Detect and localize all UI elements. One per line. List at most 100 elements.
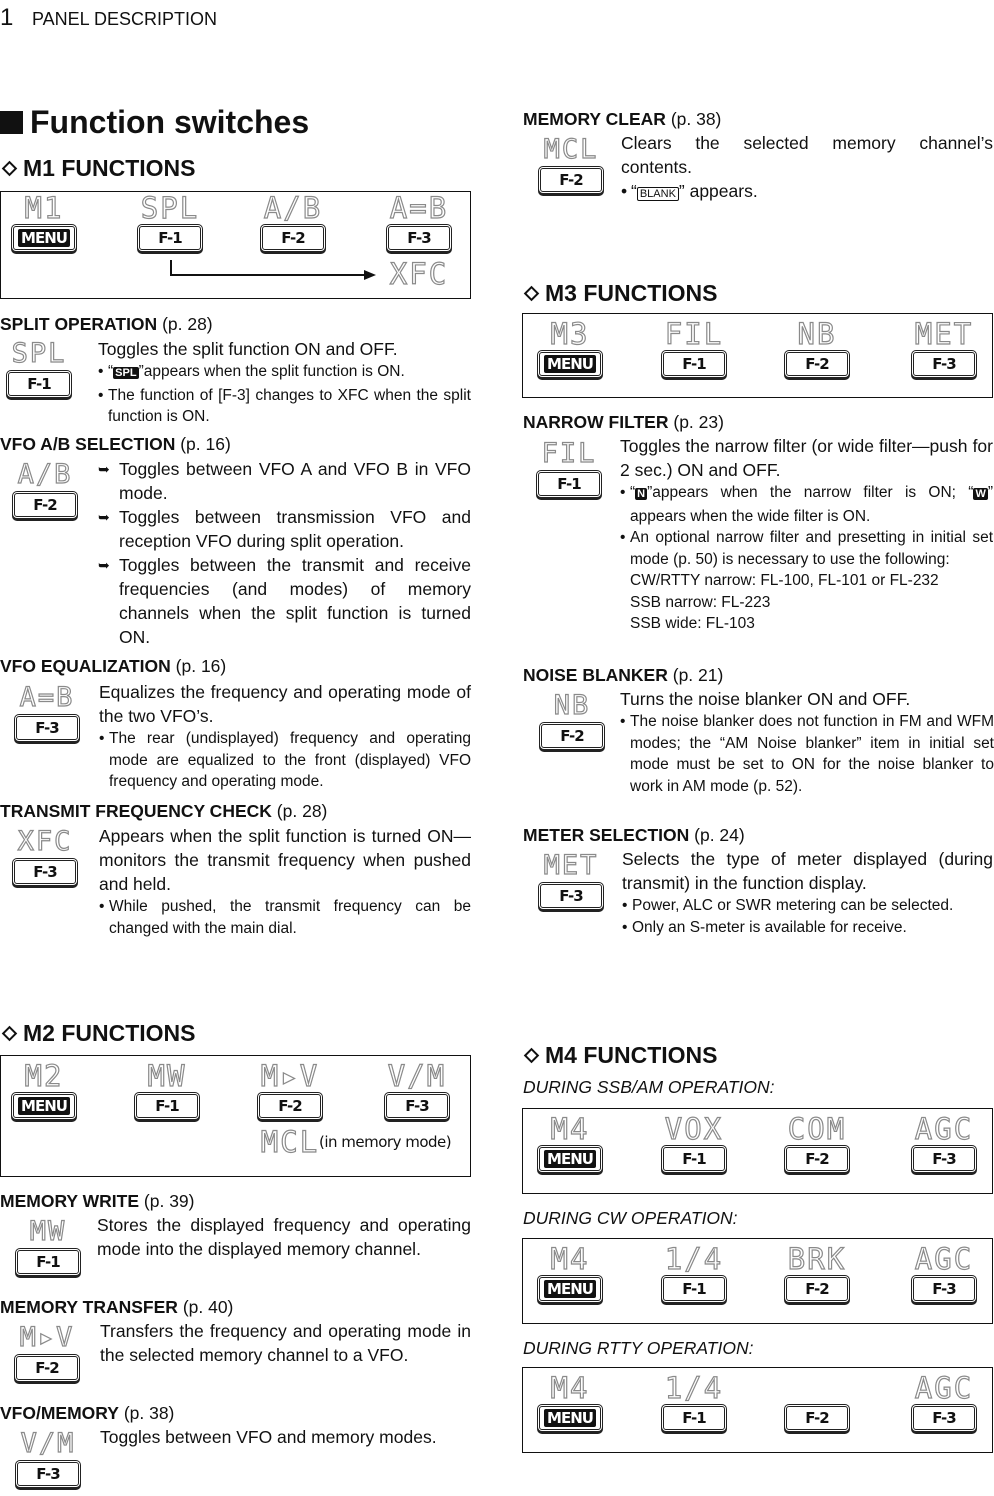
entry-body: Appears when the split function is turne… (99, 824, 471, 939)
blank-badge: BLANK (636, 187, 679, 201)
f3-key: F-3 (15, 1460, 81, 1488)
entry-title: MEMORY CLEAR (p. 38) (523, 109, 722, 129)
entry-icon: FIL F-1 (534, 437, 604, 498)
lcd-label: V/M (387, 1059, 447, 1093)
m3-panel: M3 MENU FIL F-1 NB F-2 MET F-3 (522, 313, 993, 398)
f2-key[interactable]: F-2 (260, 224, 326, 252)
menu-key[interactable]: MENU (537, 1145, 603, 1173)
f2-key[interactable]: F-2 (784, 1145, 850, 1173)
m1-heading-text: M1 FUNCTIONS (23, 155, 196, 181)
lcd-label: M4 (550, 1242, 590, 1276)
narrow-badge: N (635, 488, 648, 500)
lcd-label: XFC (17, 825, 73, 857)
lcd-label: 1/4 (664, 1371, 724, 1405)
key-label: MENU (18, 1097, 70, 1115)
black-square-icon (0, 111, 23, 134)
lcd-label: FIL (664, 317, 724, 351)
lcd-label: NB (553, 689, 591, 721)
f3-key: F-3 (14, 714, 80, 742)
entry-body: Toggles between VFO A and VFO B in VFO m… (98, 457, 471, 649)
lcd-label: SPL (140, 191, 200, 225)
wide-badge: W (973, 488, 988, 500)
f3-key: F-3 (12, 858, 78, 886)
f1-key[interactable]: F-1 (661, 350, 727, 378)
chapter-number: 1 (0, 4, 14, 31)
f1-key[interactable]: F-1 (137, 224, 203, 252)
f2-key[interactable]: F-2 (784, 1275, 850, 1303)
lcd-label: MET (543, 849, 599, 881)
entry-body: Transfers the frequency and operating mo… (100, 1321, 471, 1365)
f3-key[interactable]: F-3 (911, 350, 977, 378)
chapter-title: PANEL DESCRIPTION (32, 9, 218, 29)
f2-key[interactable]: F-2 (784, 350, 850, 378)
lcd-label: M▸V (260, 1059, 320, 1093)
f1-key: F-1 (536, 470, 602, 498)
f1-key[interactable]: F-1 (134, 1092, 200, 1120)
mode-label-ssb: DURING SSB/AM OPERATION: (523, 1077, 775, 1097)
lcd-label: AGC (914, 1371, 974, 1405)
entry-title: MEMORY TRANSFER (p. 40) (0, 1297, 234, 1317)
lcd-label: A/B (17, 458, 73, 490)
mode-label-cw: DURING CW OPERATION: (523, 1208, 738, 1228)
menu-key[interactable]: MENU (11, 224, 77, 252)
m2-heading-text: M2 FUNCTIONS (23, 1020, 196, 1046)
key-label: MENU (544, 1280, 596, 1298)
lcd-label: MW (29, 1215, 67, 1247)
lcd-label: V/M (20, 1427, 76, 1459)
lcd-label: AGC (914, 1242, 974, 1276)
entry-title: TRANSMIT FREQUENCY CHECK (p. 28) (0, 801, 328, 821)
entry-body: Selects the type of meter displayed (dur… (622, 847, 993, 938)
menu-key[interactable]: MENU (537, 350, 603, 378)
lcd-label: M2 (24, 1059, 64, 1093)
f3-key[interactable]: F-3 (911, 1275, 977, 1303)
f1-key: F-1 (6, 370, 72, 398)
lcd-label: AGC (914, 1112, 974, 1146)
f3-key[interactable]: F-3 (386, 224, 452, 252)
lcd-label: MCL (543, 133, 599, 165)
lcd-label: A=B (19, 681, 75, 713)
m4-cw-panel: M4 MENU 1/4 F-1 BRK F-2 AGC F-3 (522, 1238, 993, 1324)
f3-key[interactable]: F-3 (384, 1092, 450, 1120)
lcd-label: MW (147, 1059, 187, 1093)
f1-key: F-1 (15, 1248, 81, 1276)
memory-mode-note: (in memory mode) (319, 1133, 452, 1151)
lcd-label: M▸V (19, 1321, 75, 1353)
entry-body: Toggles the split function ON and OFF. “… (98, 337, 471, 428)
page-header: 1 PANEL DESCRIPTION (0, 4, 217, 32)
menu-key[interactable]: MENU (537, 1404, 603, 1432)
f3-key[interactable]: F-3 (911, 1404, 977, 1432)
menu-key[interactable]: MENU (537, 1275, 603, 1303)
f1-key[interactable]: F-1 (661, 1275, 727, 1303)
f2-key: F-2 (539, 722, 605, 750)
entry-icon: A=B F-3 (12, 681, 82, 742)
f2-key: F-2 (14, 1354, 80, 1382)
lcd-label: VOX (664, 1112, 724, 1146)
f2-key[interactable]: F-2 (257, 1092, 323, 1120)
arrow-right-icon (364, 270, 376, 280)
menu-key[interactable]: MENU (11, 1092, 77, 1120)
entry-body: Toggles the narrow filter (or wide filte… (620, 434, 993, 635)
arrow-line (170, 274, 366, 276)
f1-key[interactable]: F-1 (661, 1404, 727, 1432)
key-label: MENU (544, 1409, 596, 1427)
entry-icon: MET F-3 (536, 849, 606, 910)
entry-icon: NB F-2 (537, 689, 607, 750)
f2-key: F-2 (538, 166, 604, 194)
f3-key: F-3 (538, 882, 604, 910)
entry-body: Turns the noise blanker ON and OFF. The … (620, 687, 994, 797)
f1-key[interactable]: F-1 (661, 1145, 727, 1173)
page-title-text: Function switches (30, 104, 310, 140)
entry-icon: MW F-1 (13, 1215, 83, 1276)
diamond-icon (523, 1047, 540, 1064)
f3-key[interactable]: F-3 (911, 1145, 977, 1173)
lcd-label: 1/4 (664, 1242, 724, 1276)
entry-icon: M▸V F-2 (12, 1321, 82, 1382)
entry-title: NOISE BLANKER (p. 21) (523, 665, 724, 685)
m1-panel: M1 MENU SPL F-1 A/B F-2 A=B F-3 XFC (0, 191, 471, 299)
key-label: MENU (544, 1150, 596, 1168)
entry-title: METER SELECTION (p. 24) (523, 825, 745, 845)
f2-key[interactable]: F-2 (784, 1404, 850, 1432)
entry-title: VFO A/B SELECTION (p. 16) (0, 434, 231, 454)
key-label: MENU (544, 355, 596, 373)
lcd-label: SPL (11, 337, 67, 369)
